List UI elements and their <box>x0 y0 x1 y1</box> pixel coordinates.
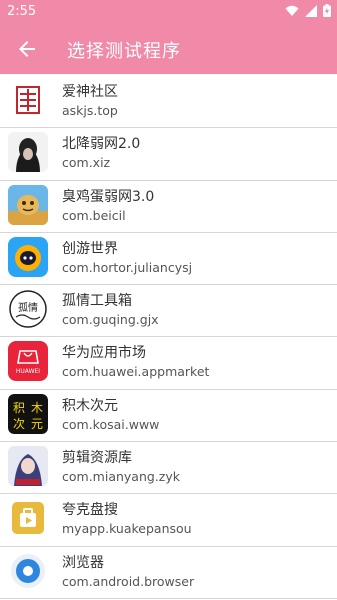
app-name: 华为应用市场 <box>62 345 146 362</box>
page-title: 选择测试程序 <box>67 41 181 62</box>
app-icon-beijiang <box>8 132 48 173</box>
arrow-left-icon[interactable] <box>15 37 39 61</box>
app-name: 夸克盘搜 <box>62 502 118 519</box>
app-package: com.android.browser <box>62 573 195 589</box>
app-name: 创游世界 <box>62 240 118 257</box>
app-icon-jimu: 积 木 次 元 <box>8 393 48 434</box>
list-item[interactable]: 爱神社区 askjs.top <box>0 76 337 129</box>
app-icon-choujidan <box>8 184 48 225</box>
list-item[interactable]: 臭鸡蛋弱网3.0 com.beicil <box>0 181 337 233</box>
app-icon-browser <box>8 550 48 591</box>
app-package: com.mianyang.zyk <box>62 469 180 485</box>
app-name: 孤情工具箱 <box>62 293 132 310</box>
app-package: com.kosai.www <box>62 416 160 432</box>
svg-text:元: 元 <box>31 417 43 431</box>
svg-text:积: 积 <box>13 401 25 415</box>
svg-text:次: 次 <box>13 417 25 431</box>
battery-icon <box>323 4 331 17</box>
wifi-icon <box>285 5 299 16</box>
app-name: 爱神社区 <box>62 84 118 100</box>
app-name: 臭鸡蛋弱网3.0 <box>62 188 155 205</box>
list-item[interactable]: 创游世界 com.hortor.juliancysj <box>0 233 337 286</box>
app-icon-aishen <box>8 80 48 120</box>
svg-text:HUAWEI: HUAWEI <box>16 368 40 375</box>
list-item[interactable]: 夸克盘搜 myapp.kuakepansou <box>0 494 337 547</box>
app-list: 爱神社区 askjs.top 北降弱网2.0 com.xiz 臭鸡蛋弱网3.0 … <box>0 76 337 599</box>
list-item[interactable]: 剪辑资源库 com.mianyang.zyk <box>0 442 337 495</box>
app-bar: 选择测试程序 <box>0 24 337 74</box>
list-item[interactable]: 浏览器 com.android.browser <box>0 547 337 599</box>
app-name: 浏览器 <box>62 554 104 571</box>
app-name: 北降弱网2.0 <box>62 136 141 153</box>
app-package: com.guqing.gjx <box>62 312 159 328</box>
status-time: 2:55 <box>7 4 37 19</box>
app-icon-jianji <box>8 446 48 487</box>
app-icon-kuake <box>8 498 48 539</box>
app-package: myapp.kuakepansou <box>62 521 192 537</box>
app-package: askjs.top <box>62 103 118 118</box>
app-icon-guqing: 孤情 <box>8 289 48 330</box>
status-icons <box>285 4 331 17</box>
app-name: 剪辑资源库 <box>62 450 132 467</box>
app-package: com.beicil <box>62 207 126 223</box>
list-item[interactable]: 北降弱网2.0 com.xiz <box>0 128 337 181</box>
status-bar: 2:55 <box>0 0 337 24</box>
app-icon-chuangyou <box>8 236 48 277</box>
list-item[interactable]: 孤情 孤情工具箱 com.guqing.gjx <box>0 285 337 338</box>
app-package: com.huawei.appmarket <box>62 364 210 380</box>
svg-text:木: 木 <box>31 401 43 415</box>
list-item[interactable]: HUAWEI 华为应用市场 com.huawei.appmarket <box>0 337 337 390</box>
signal-icon <box>305 4 317 17</box>
app-package: com.hortor.juliancysj <box>62 259 193 275</box>
app-package: com.xiz <box>62 155 111 171</box>
list-item[interactable]: 积 木 次 元 积木次元 com.kosai.www <box>0 390 337 443</box>
app-icon-huawei: HUAWEI <box>8 341 48 382</box>
svg-text:孤情: 孤情 <box>18 301 38 314</box>
app-name: 积木次元 <box>62 397 118 414</box>
